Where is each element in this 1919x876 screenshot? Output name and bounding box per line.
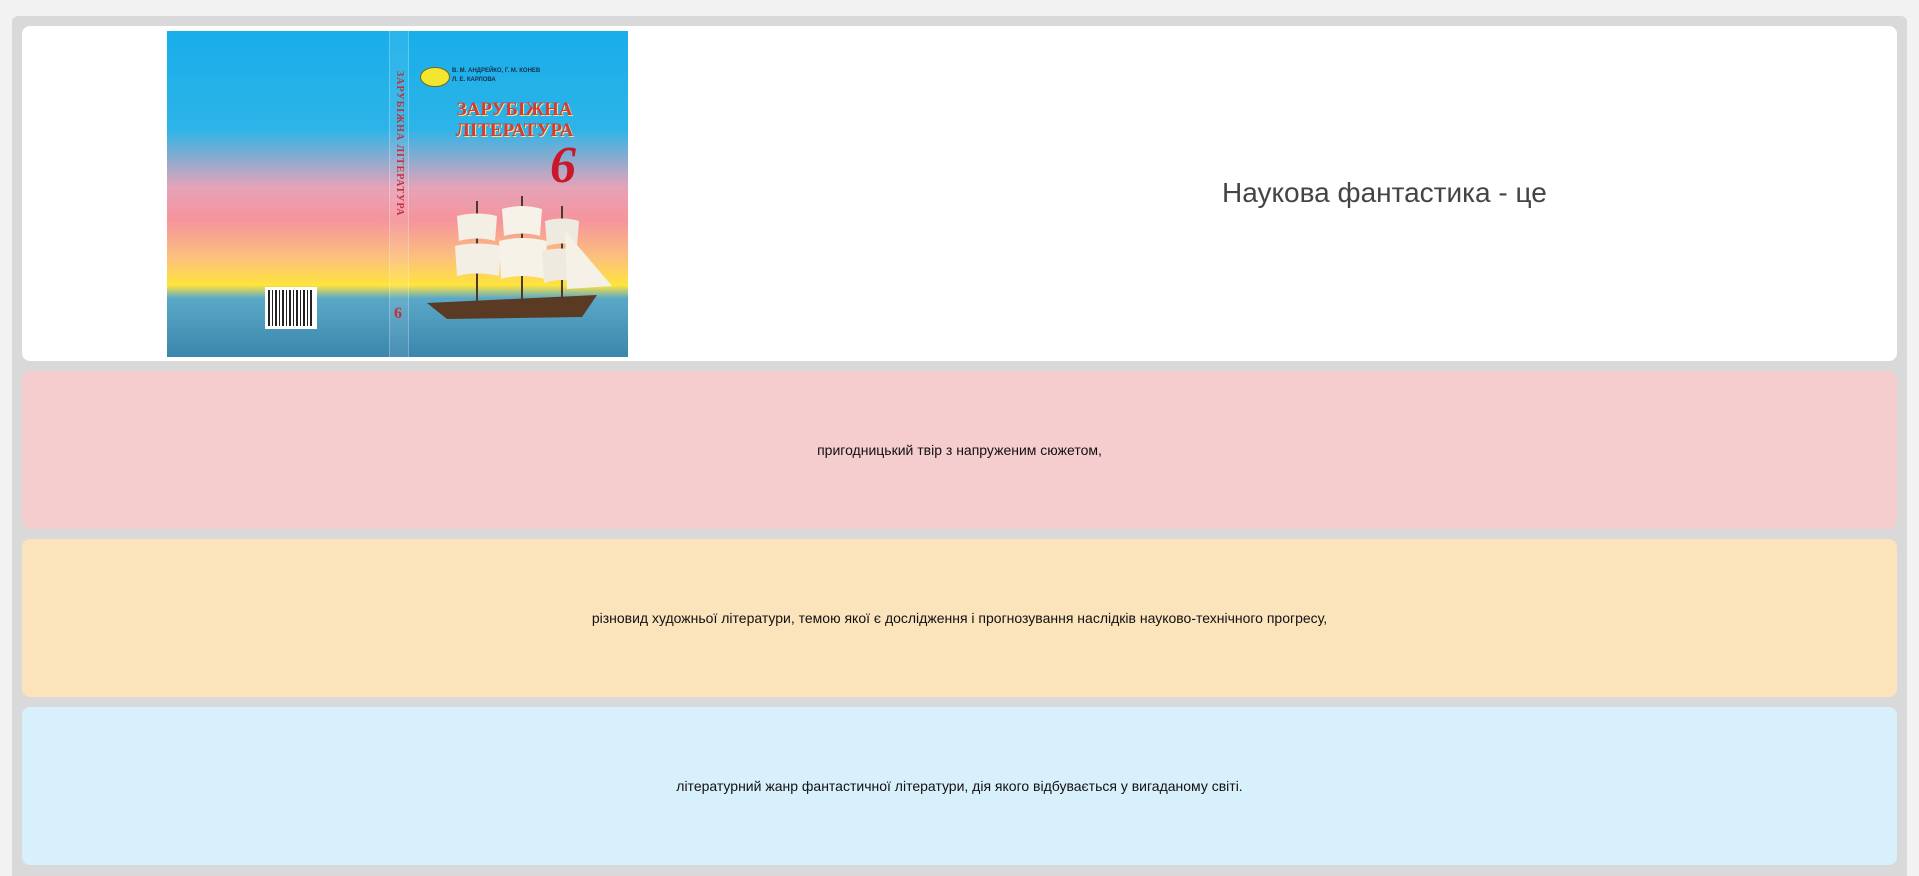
- book-title: ЗАРУБІЖНА ЛІТЕРАТУРА: [427, 99, 602, 141]
- book-authors: В. М. АНДРЕЙКО, Г. М. КОНЕВ Л. Е. КАРЛОВ…: [452, 67, 602, 85]
- book-grade: 6: [550, 137, 576, 194]
- answer-option-2[interactable]: різновид художньої літератури, темою яко…: [22, 539, 1897, 697]
- answer-option-3-label: літературний жанр фантастичної літератур…: [676, 778, 1243, 794]
- book-spine-title: ЗАРУБІЖНА ЛІТЕРАТУРА: [394, 71, 405, 217]
- book-authors-line1: В. М. АНДРЕЙКО, Г. М. КОНЕВ: [452, 68, 541, 74]
- answer-option-2-label: різновид художньої літератури, темою яко…: [591, 610, 1328, 626]
- publisher-logo-icon: [420, 67, 450, 87]
- book-cover-image: ЗАРУБІЖНА ЛІТЕРАТУРА 6 В. М. АНДРЕЙКО, Г…: [167, 31, 628, 357]
- book-authors-line2: Л. Е. КАРЛОВА: [452, 77, 496, 83]
- quiz-frame: ЗАРУБІЖНА ЛІТЕРАТУРА 6 В. М. АНДРЕЙКО, Г…: [12, 16, 1907, 876]
- book-spine-grade: 6: [394, 305, 402, 322]
- answer-option-3[interactable]: літературний жанр фантастичної літератур…: [22, 707, 1897, 865]
- barcode-icon: [265, 287, 317, 329]
- book-title-line1: ЗАРУБІЖНА: [456, 99, 573, 120]
- sailing-ship-icon: [427, 196, 612, 319]
- answer-option-1-label: пригодницький твір з напруженим сюжетом,: [817, 442, 1102, 458]
- question-card: ЗАРУБІЖНА ЛІТЕРАТУРА 6 В. М. АНДРЕЙКО, Г…: [22, 26, 1897, 361]
- question-text: Наукова фантастика - це: [1222, 177, 1547, 208]
- answer-option-1[interactable]: пригодницький твір з напруженим сюжетом,: [22, 371, 1897, 529]
